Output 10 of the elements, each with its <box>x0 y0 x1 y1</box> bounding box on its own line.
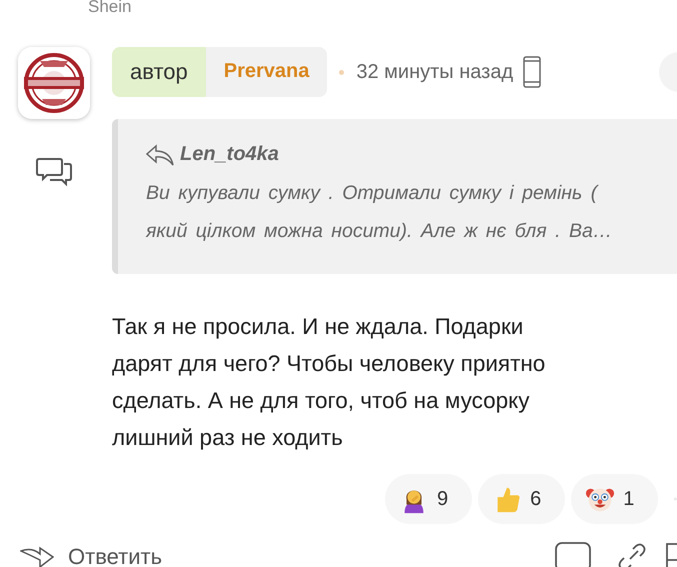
comment-text: Так я не просила. И не ждала. Подарки дарят для чего? Чтобы человеку приятно сделать. А не для того, чтоб на мусорку лишний раз не ходить <box>112 313 546 452</box>
reaction-button[interactable]: 1 <box>571 474 658 524</box>
reaction-button[interactable]: 9 <box>385 474 472 524</box>
author-badge: автор <box>112 47 206 97</box>
timestamp: 32 минуты назад <box>356 60 514 84</box>
reaction-button[interactable]: 6 <box>478 474 566 524</box>
quoted-text: Ви купували сумку . Отримали сумку і ремінь ( який цілком можна носити). Але ж нє бля . Ва… <box>146 181 614 244</box>
quoted-author[interactable]: Len_to4ka <box>180 143 279 166</box>
reply-button[interactable]: Ответить <box>20 544 162 567</box>
category-label: Shein <box>88 0 132 16</box>
